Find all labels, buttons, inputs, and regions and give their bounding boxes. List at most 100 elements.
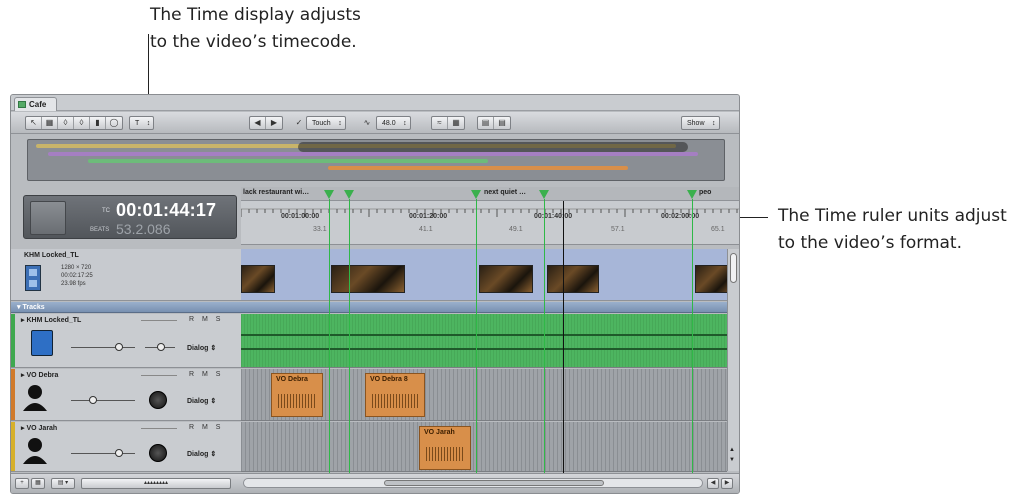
video-track-header[interactable]: KHM Locked_TL 1280 × 720 00:02:17:25 23.… (11, 249, 241, 301)
ruler-timecode: 00:02:00:00 (661, 213, 700, 220)
view-tracks-icon[interactable]: ▤ (478, 117, 494, 129)
audio-lane-khm[interactable] (241, 314, 727, 368)
razor-tool-icon[interactable]: ◊ (58, 117, 74, 129)
scroll-left-icon[interactable]: ◀ (707, 478, 719, 489)
show-popup[interactable]: Show (681, 116, 720, 130)
track-volume-knob[interactable] (115, 343, 123, 351)
track-role[interactable]: Dialog ⇕ (187, 344, 216, 352)
zoom-tool-icon[interactable]: ◯ (106, 117, 122, 129)
track-header-vo-debra[interactable]: ▸ VO Debra R M S Dialog ⇕ (11, 369, 241, 421)
playhead[interactable] (563, 201, 564, 473)
vertical-scrollbar[interactable]: ▲ ▼ (727, 249, 739, 471)
scroll-right-icon[interactable]: ▶ (721, 478, 733, 489)
marker-icon[interactable] (324, 190, 334, 199)
video-thumbnail (547, 265, 599, 293)
zoom-slider[interactable]: ▴▴▴▴▴▴▴▴ (81, 478, 231, 489)
marker-icon[interactable] (471, 190, 481, 199)
track-volume-mini[interactable] (141, 428, 177, 429)
track-flags[interactable]: R M S (189, 371, 223, 378)
video-duration: 00:02:17:25 (61, 273, 93, 279)
track-header-vo-jarah[interactable]: ▸ VO Jarah R M S Dialog ⇕ (11, 422, 241, 472)
horizontal-scroll-thumb[interactable] (384, 480, 604, 486)
view-waveform-icon[interactable]: ≈ (432, 117, 448, 129)
audio-lane-vo-debra[interactable]: VO Debra VO Debra 8 (241, 369, 727, 421)
select-tool-icon[interactable]: ▦ (42, 117, 58, 129)
timecode-label: TC (102, 208, 110, 214)
audio-file-icon (31, 330, 53, 356)
scroll-down-icon[interactable]: ▼ (729, 457, 735, 463)
nudge-group: ◀ ▶ (249, 116, 283, 130)
show-popup-label: Show (687, 120, 705, 127)
ruler-timecode: 00:01:40:00 (534, 213, 573, 220)
track-header-khm[interactable]: ▸ KHM Locked_TL R M S Dialog ⇕ (11, 314, 241, 368)
video-track-lane[interactable] (241, 249, 727, 301)
vertical-scroll-thumb[interactable] (730, 253, 737, 283)
nudge-left-icon[interactable]: ◀ (250, 117, 266, 129)
waveform (241, 348, 727, 350)
track-pan-dial[interactable] (149, 391, 167, 409)
view-grid-icon[interactable]: ▦ (448, 117, 464, 129)
video-fps: 23.98 fps (61, 281, 86, 287)
track-pan-dial[interactable] (149, 444, 167, 462)
track-flags[interactable]: R M S (189, 424, 223, 431)
marker-label[interactable]: next quiet … (484, 189, 526, 196)
envelope-tool-icon[interactable]: ◊ (74, 117, 90, 129)
track-volume-slider[interactable] (71, 453, 135, 454)
horizontal-scrollbar[interactable] (243, 478, 703, 488)
snap-popup[interactable]: Touch (306, 116, 346, 130)
project-icon (18, 101, 26, 108)
tracks-header[interactable]: ▾ Tracks (11, 302, 727, 313)
audio-clip[interactable]: VO Debra 8 (365, 373, 425, 417)
track-volume-slider[interactable] (71, 347, 135, 348)
audio-lane-vo-jarah[interactable]: VO Jarah (241, 422, 727, 472)
track-role[interactable]: Dialog ⇕ (187, 397, 216, 405)
track-volume-slider[interactable] (71, 400, 135, 401)
crossfade-icon[interactable]: ∿ (359, 117, 375, 129)
timeline-overview[interactable] (27, 139, 725, 181)
pointer-tool-icon[interactable]: ↖ (26, 117, 42, 129)
marker-icon[interactable] (539, 190, 549, 199)
marker-guide-line (692, 199, 693, 473)
tab-cafe[interactable]: Cafe (14, 97, 58, 111)
audio-clip[interactable]: VO Jarah (419, 426, 471, 470)
track-name-text: VO Debra (26, 372, 59, 379)
track-view-icon[interactable]: ▦ (31, 478, 45, 489)
track-volume-knob[interactable] (89, 396, 97, 404)
track-flags[interactable]: R M S (189, 316, 223, 323)
snap-icon[interactable]: ✓ (291, 117, 307, 129)
text-tool-popup[interactable]: T (129, 116, 155, 130)
marker-guide-line (329, 199, 330, 473)
marker-guide-line (544, 199, 545, 473)
marker-tool-icon[interactable]: ▮ (90, 117, 106, 129)
marker-icon[interactable] (344, 190, 354, 199)
track-pan-knob[interactable] (157, 343, 165, 351)
marker-label[interactable]: lack restaurant wi… (243, 189, 309, 196)
track-volume-mini[interactable] (141, 320, 177, 321)
track-volume-mini[interactable] (141, 375, 177, 376)
view-lanes-icon[interactable]: ▤ (494, 117, 510, 129)
overview-visible-range[interactable] (298, 142, 688, 152)
voice-person-icon (23, 385, 47, 411)
clip-waveform (426, 447, 464, 461)
zoom-popup[interactable]: 48.0 (376, 116, 411, 130)
ruler-callout: The Time ruler units adjust to the video… (778, 203, 1007, 257)
view-group-a: ≈ ▦ (431, 116, 465, 130)
video-track-name: KHM Locked_TL (24, 252, 79, 259)
add-track-icon[interactable]: + (15, 478, 29, 489)
time-ruler[interactable]: lack restaurant wi… next quiet … peo 00:… (241, 187, 739, 245)
track-height-icon[interactable]: ▤ ▾ (51, 478, 75, 489)
track-volume-knob[interactable] (115, 449, 123, 457)
marker-label[interactable]: peo (699, 189, 711, 196)
ruler-frame: 49.1 (509, 226, 523, 233)
snap-popup-label: Touch (312, 120, 331, 127)
track-name: ▸ VO Debra (21, 372, 59, 379)
ruler-timecode: 00:01:00:00 (281, 213, 320, 220)
time-display-thumbnail (30, 201, 66, 235)
track-role[interactable]: Dialog ⇕ (187, 450, 216, 458)
audio-clip[interactable]: VO Debra (271, 373, 323, 417)
track-name-text: VO Jarah (26, 425, 58, 432)
tab-bar: Cafe (11, 95, 739, 111)
scroll-up-icon[interactable]: ▲ (729, 447, 735, 453)
nudge-right-icon[interactable]: ▶ (266, 117, 282, 129)
marker-icon[interactable] (687, 190, 697, 199)
